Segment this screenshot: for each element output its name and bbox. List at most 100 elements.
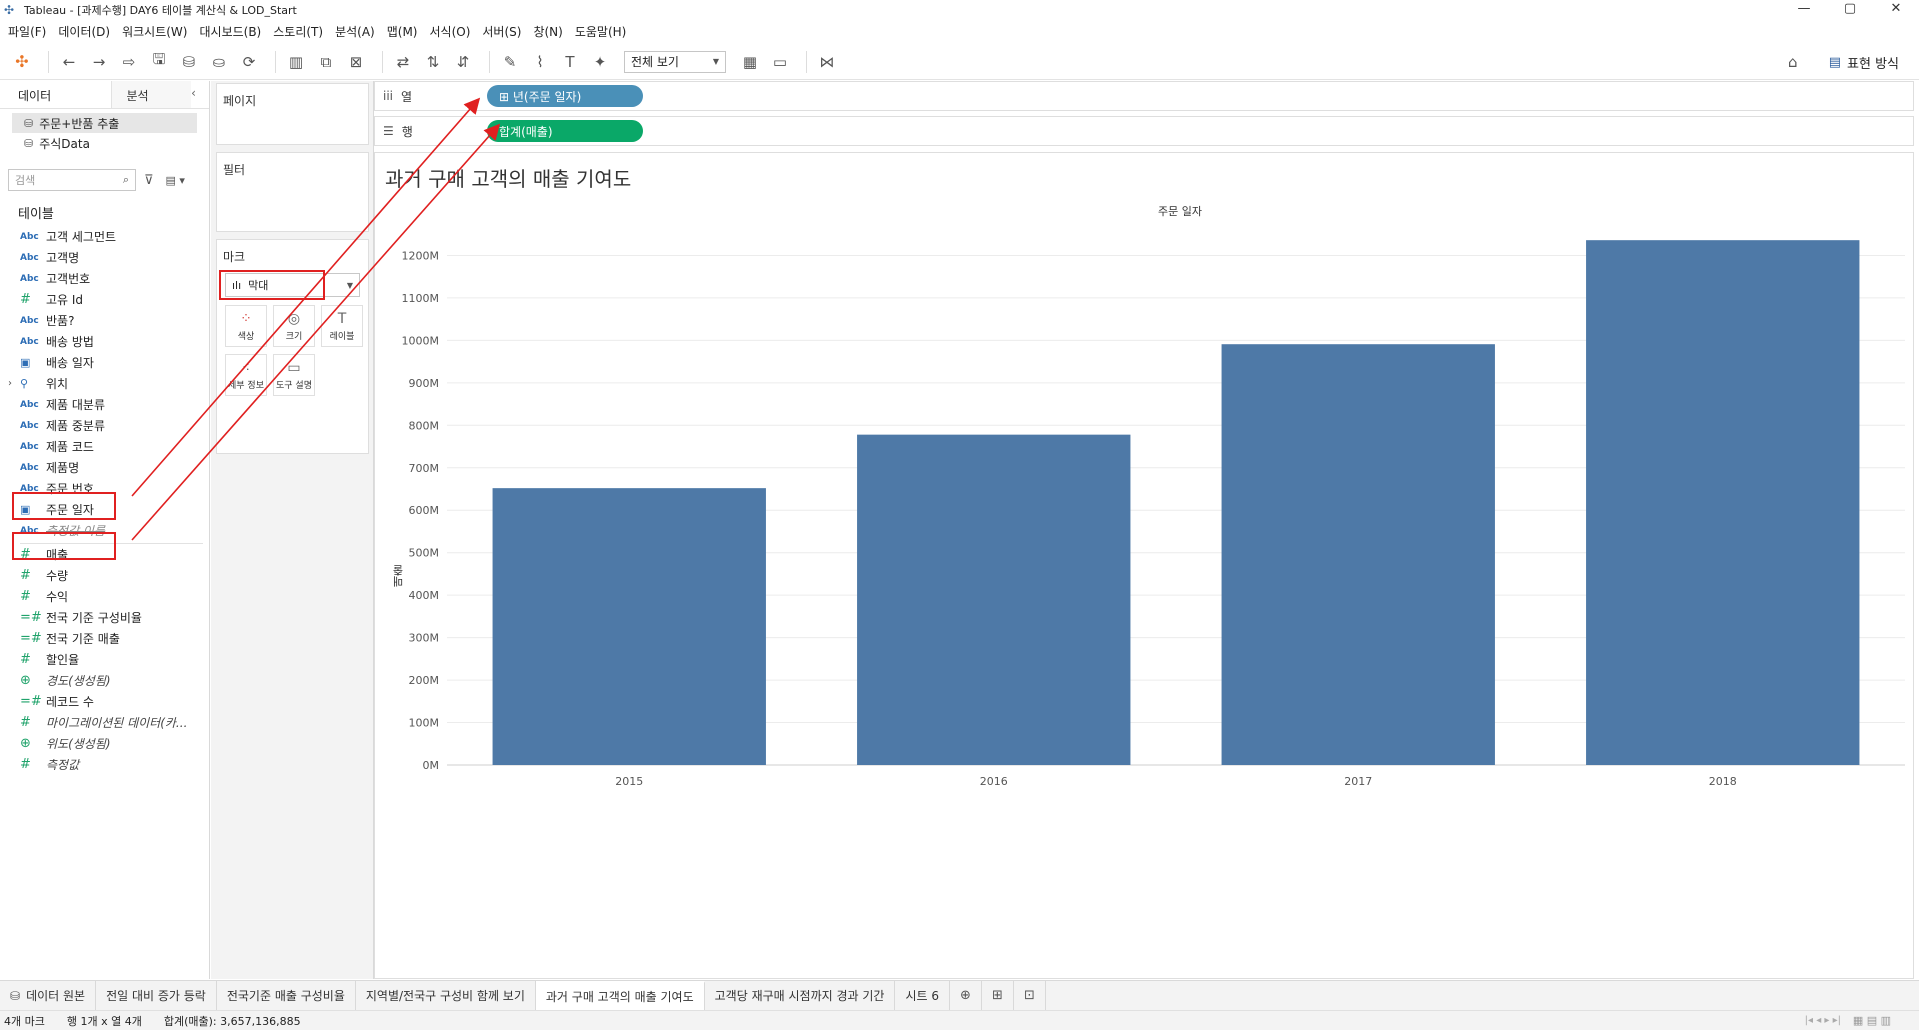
sheet-navigation-icons[interactable]: |◂ ◂ ▸ ▸| (1805, 1015, 1841, 1026)
dimension-field[interactable]: Abc 고객번호 (0, 268, 209, 289)
replay-icon[interactable]: ⇨ (117, 50, 141, 74)
filter-icon[interactable]: ⊽ (144, 173, 154, 188)
collapse-pane-icon[interactable]: ‹ (191, 81, 209, 108)
dimension-field[interactable]: Abc 제품명 (0, 457, 209, 478)
filters-card[interactable]: 필터 (216, 152, 369, 232)
sheet-tab[interactable]: 지역별/전국구 구성비 함께 보기 (356, 980, 536, 1011)
dimension-field[interactable]: Abc 제품 대분류 (0, 394, 209, 415)
duplicate-sheet-icon[interactable]: ⧉ (314, 50, 338, 74)
expand-icon[interactable]: › (8, 378, 12, 389)
status-rows-cols: 행 1개 x 열 4개 (66, 1014, 142, 1028)
menu-server[interactable]: 서버(S) (478, 23, 529, 40)
measure-field[interactable]: # 측정값 (0, 754, 209, 775)
menu-window[interactable]: 창(N) (529, 23, 570, 40)
datasource-item[interactable]: ⛁ 주식Data (0, 133, 209, 153)
measure-field[interactable]: =# 레코드 수 (0, 691, 209, 712)
show-cards-icon[interactable]: ▦ (738, 50, 762, 74)
measure-field[interactable]: ⊕ 위도(생성됨) (0, 733, 209, 754)
columns-pill-year-order-date[interactable]: ⊞ 년(주문 일자) (487, 85, 643, 107)
sort-ascending-icon[interactable]: ⇅ (421, 50, 445, 74)
pages-card[interactable]: 페이지 (216, 83, 369, 145)
sheet-tab[interactable]: 전일 대비 증가 등락 (96, 980, 217, 1011)
rows-shelf[interactable]: ☰ 행 합계(매출) (374, 116, 1914, 146)
new-worksheet-icon[interactable]: ⊕ (950, 980, 982, 1011)
color-button[interactable]: ⁘ 색상 (225, 305, 267, 347)
menu-map[interactable]: 맵(M) (383, 23, 426, 40)
tab-analysis[interactable]: 분석 (111, 81, 192, 108)
menu-story[interactable]: 스토리(T) (269, 23, 331, 40)
measure-field[interactable]: # 수량 (0, 565, 209, 586)
dimension-field[interactable]: Abc 제품 코드 (0, 436, 209, 457)
sheet-view-icons[interactable]: ▦ ▤ ▥ (1853, 1014, 1891, 1027)
measure-field[interactable]: # 할인율 (0, 649, 209, 670)
measure-field[interactable]: =# 전국 기준 구성비율 (0, 607, 209, 628)
clear-sheet-icon[interactable]: ⊠ (344, 50, 368, 74)
fit-view-select[interactable]: 전체 보기 ▼ (624, 50, 726, 73)
datasource-item[interactable]: ⛁ 주문+반품 추출 (12, 113, 197, 133)
close-button[interactable]: ✕ (1873, 0, 1919, 20)
menu-worksheet[interactable]: 워크시트(W) (118, 23, 195, 40)
measure-field[interactable]: # 수익 (0, 586, 209, 607)
presentation-icon[interactable]: ▭ (768, 50, 792, 74)
size-button[interactable]: ◎ 크기 (273, 305, 315, 347)
tab-data[interactable]: 데이터 (0, 81, 111, 108)
minimize-button[interactable]: — (1781, 0, 1827, 20)
pin-axes-icon[interactable]: ✦ (588, 50, 612, 74)
swap-rows-columns-icon[interactable]: ⇄ (391, 50, 415, 74)
new-story-icon[interactable]: ⊡ (1014, 980, 1046, 1011)
menu-help[interactable]: 도움말(H) (571, 23, 635, 40)
status-bar: 4개 마크 행 1개 x 열 4개 합계(매출): 3,657,136,885 … (0, 1010, 1919, 1030)
dimension-field[interactable]: Abc 고객명 (0, 247, 209, 268)
y-tick-label: 600M (409, 504, 440, 517)
label-button[interactable]: T 레이블 (321, 305, 363, 347)
group-icon[interactable]: ⌇ (528, 50, 552, 74)
measure-field[interactable]: # 마이그레이션된 데이터(카... (0, 712, 209, 733)
color-icon: ⁘ (240, 310, 252, 327)
view-options-icon[interactable]: ▤ ▾ (166, 174, 185, 187)
menu-data[interactable]: 데이터(D) (54, 23, 118, 40)
dimension-field[interactable]: # 고유 Id (0, 289, 209, 310)
new-datasource-icon[interactable]: ⛁ (177, 50, 201, 74)
pause-updates-icon[interactable]: ⛀ (207, 50, 231, 74)
rows-pill-sum-sales[interactable]: 합계(매출) (487, 120, 643, 142)
refresh-icon[interactable]: ⟳ (237, 50, 261, 74)
detail-button[interactable]: ⁖ 세부 정보 (225, 354, 267, 396)
menu-format[interactable]: 서식(O) (426, 23, 479, 40)
menu-file[interactable]: 파일(F) (4, 23, 54, 40)
highlight-icon[interactable]: ✎ (498, 50, 522, 74)
tableau-start-icon[interactable]: ✣ (10, 50, 34, 74)
tab-data-source[interactable]: ⛁ 데이터 원본 (0, 980, 97, 1011)
sheet-tab[interactable]: 시트 6 (895, 980, 950, 1011)
show-me-button[interactable]: ▤ 표현 방식 (1829, 53, 1899, 72)
dimension-field[interactable]: Abc 반품? (0, 310, 209, 331)
dimension-field[interactable]: Abc 배송 방법 (0, 331, 209, 352)
tooltip-label: 도구 설명 (276, 380, 312, 391)
dimension-field[interactable]: Abc 고객 세그먼트 (0, 226, 209, 247)
dimension-field[interactable]: Abc 제품 중분류 (0, 415, 209, 436)
share-icon[interactable]: ⋈ (815, 50, 839, 74)
search-icon: ⌕ (122, 173, 129, 186)
sort-descending-icon[interactable]: ⇵ (451, 50, 475, 74)
menu-analysis[interactable]: 분석(A) (331, 23, 383, 40)
new-dashboard-icon[interactable]: ⊞ (982, 980, 1014, 1011)
label-icon[interactable]: T (558, 50, 582, 74)
dimension-field[interactable]: ▣ 배송 일자 (0, 352, 209, 373)
measure-field[interactable]: =# 전국 기준 매출 (0, 628, 209, 649)
redo-icon[interactable]: → (87, 50, 111, 74)
sheet-tab[interactable]: 과거 구매 고객의 매출 기여도 (535, 980, 705, 1011)
sheet-tab[interactable]: 전국기준 매출 구성비율 (217, 980, 356, 1011)
save-icon[interactable]: 🖫 (147, 50, 171, 74)
datasource-label: 주문+반품 추출 (39, 116, 120, 131)
field-search-input[interactable]: 검색 ⌕ (8, 169, 136, 191)
columns-shelf[interactable]: iii 열 ⊞ 년(주문 일자) (374, 81, 1914, 111)
measure-field[interactable]: ⊕ 경도(생성됨) (0, 670, 209, 691)
new-worksheet-icon[interactable]: ▥ (284, 50, 308, 74)
data-pane: 데이터 분석 ‹ ⛁ 주문+반품 추출 ⛁ 주식Data 검색 ⌕ ⊽ ▤ ▾ … (0, 81, 210, 979)
format-painter-icon[interactable]: ⌂ (1781, 50, 1805, 74)
maximize-button[interactable]: ▢ (1827, 0, 1873, 20)
sheet-tab[interactable]: 고객당 재구매 시점까지 경과 기간 (705, 980, 896, 1011)
menu-dashboard[interactable]: 대시보드(B) (195, 23, 269, 40)
undo-icon[interactable]: ← (57, 50, 81, 74)
tooltip-button[interactable]: ▭ 도구 설명 (273, 354, 315, 396)
dimension-field[interactable]: › ⚲ 위치 (0, 373, 209, 394)
